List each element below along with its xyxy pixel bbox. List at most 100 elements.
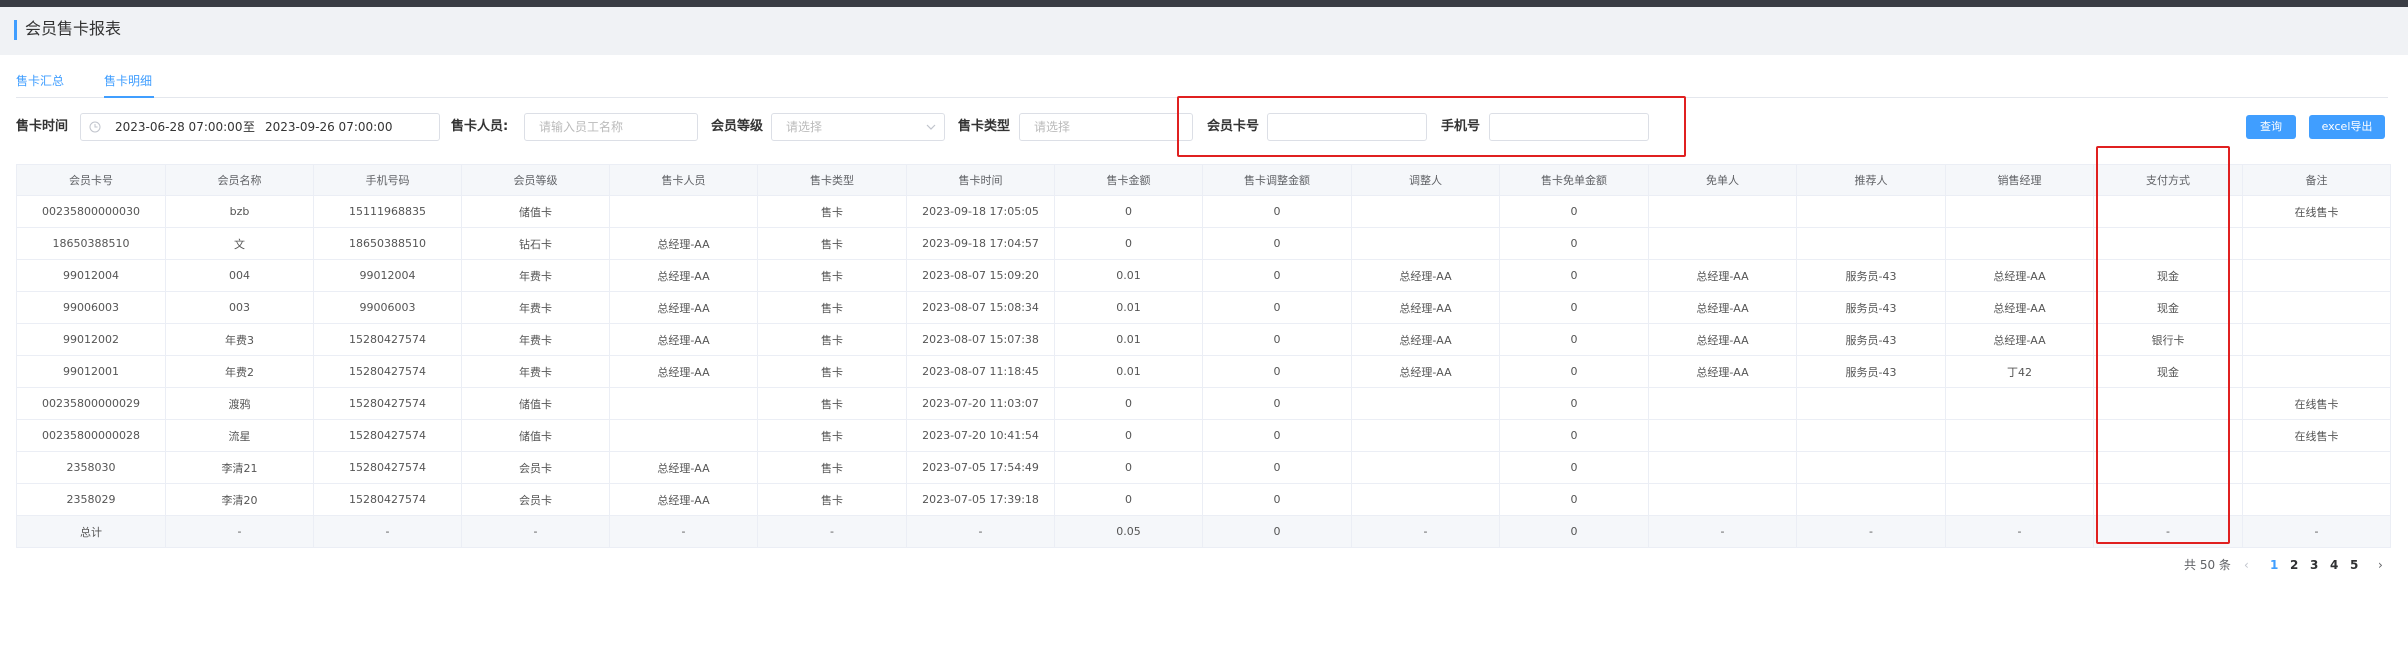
- sales-detail-table: 会员卡号 会员名称 手机号码 会员等级 售卡人员 售卡类型 售卡时间 售卡金额 售卡调整金额 调整…: [16, 164, 2391, 548]
- page-3[interactable]: 3: [2310, 557, 2318, 573]
- column-header: 销售经理: [1945, 164, 2094, 196]
- column-header: 售卡人员: [609, 164, 758, 196]
- card-type-label: 售卡类型: [958, 119, 1011, 134]
- table-cell: 储值卡: [461, 195, 610, 228]
- table-cell: 总经理-AA: [609, 323, 758, 356]
- table-cell: 年费2: [165, 355, 314, 388]
- total-cell: -: [461, 515, 610, 548]
- table-cell: 现金: [2093, 259, 2243, 292]
- clock-icon: [89, 121, 101, 133]
- table-cell: 在线售卡: [2242, 419, 2391, 452]
- table-cell: [1796, 227, 1946, 260]
- table-cell: 年费3: [165, 323, 314, 356]
- table-cell: 李清21: [165, 451, 314, 484]
- table-cell: 售卡: [757, 387, 907, 420]
- table-cell: 004: [165, 259, 314, 292]
- table-cell: 总经理-AA: [1945, 291, 2094, 324]
- table-cell: 0: [1202, 483, 1352, 516]
- table-cell: 00235800000030: [16, 195, 166, 228]
- table-cell: [1796, 451, 1946, 484]
- export-excel-button[interactable]: excel导出: [2309, 115, 2385, 139]
- table-cell: 储值卡: [461, 387, 610, 420]
- card-no-label: 会员卡号: [1207, 119, 1260, 134]
- column-header: 会员卡号: [16, 164, 166, 196]
- table-cell: [609, 387, 758, 420]
- column-header: 售卡类型: [757, 164, 907, 196]
- table-cell: 2023-07-05 17:54:49: [906, 451, 1055, 484]
- table-cell: 售卡: [757, 259, 907, 292]
- next-page-icon[interactable]: ›: [2378, 557, 2383, 573]
- table-cell: 钻石卡: [461, 227, 610, 260]
- page-5[interactable]: 5: [2350, 557, 2358, 573]
- card-type-placeholder: 请选择: [1034, 120, 1071, 134]
- prev-page-icon[interactable]: ‹: [2244, 557, 2249, 573]
- table-cell: [1945, 195, 2094, 228]
- table-cell: 0: [1202, 355, 1352, 388]
- column-header: 推荐人: [1796, 164, 1946, 196]
- table-cell: 0: [1202, 227, 1352, 260]
- table-cell: 售卡: [757, 195, 907, 228]
- date-end[interactable]: 2023-09-26 07:00:00: [265, 114, 392, 140]
- card-type-select[interactable]: 请选择: [1019, 113, 1193, 141]
- table-cell: 2023-07-05 17:39:18: [906, 483, 1055, 516]
- table-cell: [609, 419, 758, 452]
- page-2[interactable]: 2: [2290, 557, 2298, 573]
- table-cell: 总经理-AA: [1351, 259, 1500, 292]
- tab-detail[interactable]: 售卡明细: [104, 72, 152, 89]
- table-cell: 0: [1499, 387, 1649, 420]
- table-cell: 0.01: [1054, 291, 1203, 324]
- table-cell: [1796, 483, 1946, 516]
- table-cell: [1648, 387, 1797, 420]
- table-cell: 总经理-AA: [1945, 323, 2094, 356]
- table-cell: 0: [1499, 291, 1649, 324]
- table-cell: 15280427574: [313, 387, 462, 420]
- total-cell: -: [1351, 515, 1500, 548]
- page-4[interactable]: 4: [2330, 557, 2338, 573]
- table-cell: 15280427574: [313, 323, 462, 356]
- table-cell: 0: [1499, 451, 1649, 484]
- table-row: 18650388510 文 18650388510 钻石卡 总经理-AA 售卡 2023-0…: [16, 227, 2391, 260]
- table-row: 99012002 年费3 15280427574 年费卡 总经理-AA 售卡 2023-08…: [16, 323, 2391, 356]
- level-select[interactable]: 请选择: [771, 113, 945, 141]
- card-no-input[interactable]: [1267, 113, 1427, 141]
- table-cell: 0: [1054, 483, 1203, 516]
- table-cell: [1351, 227, 1500, 260]
- table-cell: [1351, 195, 1500, 228]
- level-placeholder: 请选择: [786, 120, 823, 134]
- table-cell: 15280427574: [313, 419, 462, 452]
- table-cell: 总经理-AA: [609, 451, 758, 484]
- page-1[interactable]: 1: [2270, 557, 2278, 573]
- column-header: 售卡调整金额: [1202, 164, 1352, 196]
- table-cell: 2023-07-20 11:03:07: [906, 387, 1055, 420]
- table-cell: [1351, 483, 1500, 516]
- query-button[interactable]: 查询: [2246, 115, 2296, 139]
- sell-time-label: 售卡时间: [16, 119, 69, 134]
- date-start[interactable]: 2023-06-28 07:00:00: [115, 114, 242, 140]
- table-cell: [2093, 483, 2243, 516]
- table-cell: [1351, 387, 1500, 420]
- table-cell: 售卡: [757, 419, 907, 452]
- page-header: [0, 7, 2408, 55]
- table-cell: [1945, 227, 2094, 260]
- table-cell: [2242, 483, 2391, 516]
- table-cell: 2023-07-20 10:41:54: [906, 419, 1055, 452]
- total-row: 总计 - - - - - -0.05 0-0- - - - -: [16, 515, 2391, 548]
- table-cell: 售卡: [757, 291, 907, 324]
- column-header: 支付方式: [2093, 164, 2243, 196]
- tab-summary[interactable]: 售卡汇总: [16, 72, 64, 89]
- table-cell: 年费卡: [461, 291, 610, 324]
- table-cell: 2023-08-07 15:07:38: [906, 323, 1055, 356]
- table-cell: 总经理-AA: [1351, 323, 1500, 356]
- table-cell: 0.01: [1054, 355, 1203, 388]
- table-cell: 储值卡: [461, 419, 610, 452]
- table-cell: 总经理-AA: [1648, 259, 1797, 292]
- table-header-row: 会员卡号 会员名称 手机号码 会员等级 售卡人员 售卡类型 售卡时间 售卡金额 售卡调整金额 调整…: [16, 164, 2391, 196]
- table-cell: [1945, 387, 2094, 420]
- total-cell: -: [313, 515, 462, 548]
- table-cell: [1648, 419, 1797, 452]
- date-range-picker[interactable]: 2023-06-28 07:00:00 至 2023-09-26 07:00:0…: [80, 113, 440, 141]
- column-header: 售卡时间: [906, 164, 1055, 196]
- phone-input[interactable]: [1489, 113, 1649, 141]
- seller-input[interactable]: 请输入员工名称: [524, 113, 698, 141]
- table-cell: 2023-09-18 17:04:57: [906, 227, 1055, 260]
